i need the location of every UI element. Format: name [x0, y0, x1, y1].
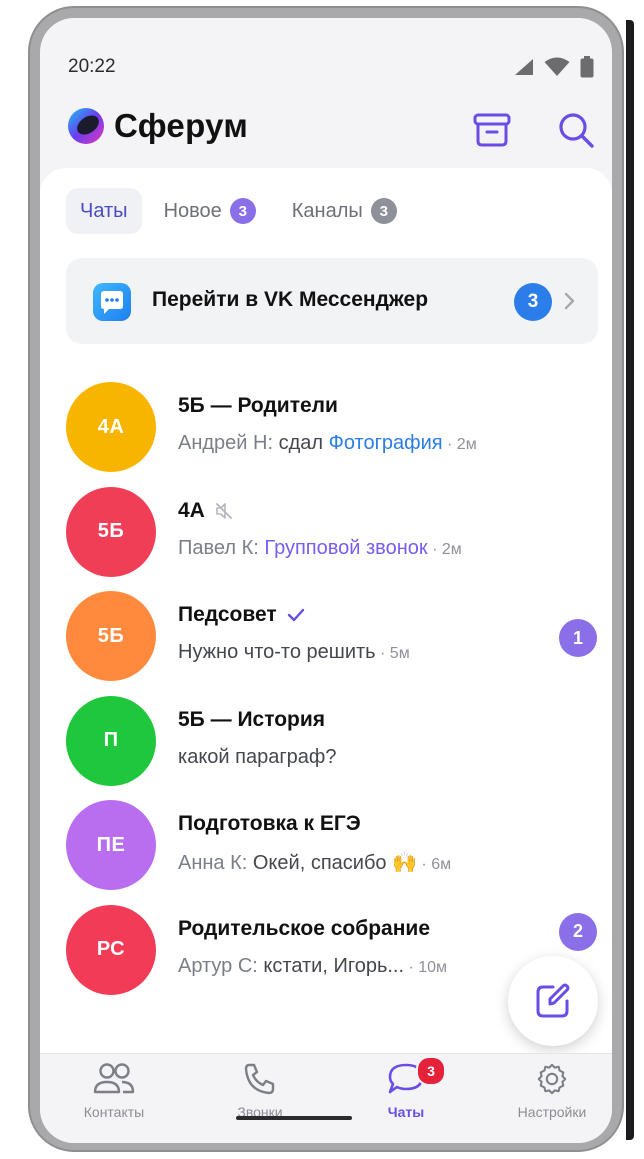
main-content: Чаты Новое 3 Каналы 3 Перейти в VK Мессе…	[40, 168, 612, 1058]
chat-preview: Павел К: Групповой звонок · 2м	[178, 537, 462, 560]
tab-new[interactable]: Новое 3	[150, 188, 270, 234]
chevron-right-icon	[564, 292, 575, 310]
bottom-nav: Контакты Звонки 3 Чаты Настройки	[40, 1053, 612, 1143]
system-icons	[514, 56, 594, 78]
chat-time: · 2м	[427, 540, 462, 558]
archive-icon	[473, 113, 511, 147]
chat-title: 5Б — Родители	[178, 394, 338, 418]
unread-badge: 1	[559, 619, 597, 657]
phone-screen: 20:22 Сферум Чаты Новое 3 Каналы 3 Перей…	[40, 18, 612, 1143]
verified-check-icon	[287, 608, 304, 622]
chat-sender: Анна К:	[178, 852, 253, 874]
chat-title: Педсовет	[178, 603, 305, 627]
phone-frame-edge	[626, 20, 634, 1140]
nav-chats-label: Чаты	[387, 1104, 425, 1120]
chat-title-text: Подготовка к ЕГЭ	[178, 812, 361, 835]
vk-messenger-banner[interactable]: Перейти в VK Мессенджер 3	[66, 258, 598, 344]
chat-item[interactable]: 4A 5Б — Родители Андрей Н: сдал Фотограф…	[40, 374, 612, 479]
sferum-logo-icon	[68, 108, 104, 144]
search-icon	[559, 113, 594, 148]
vk-banner-label: Перейти в VK Мессенджер	[152, 288, 429, 311]
vk-messenger-icon	[93, 283, 131, 321]
status-time: 20:22	[68, 56, 116, 77]
avatar: П	[66, 695, 156, 786]
chat-item[interactable]: П 5Б — История какой параграф?	[40, 688, 612, 793]
status-bar: 20:22	[40, 18, 612, 98]
chat-title-text: 5Б — Родители	[178, 394, 338, 417]
gear-icon	[537, 1063, 567, 1095]
chat-item[interactable]: 5Б 4А Павел К: Групповой звонок · 2м	[40, 479, 612, 584]
chat-call-link[interactable]: Групповой звонок	[264, 537, 427, 559]
cellular-signal-icon	[515, 59, 533, 75]
muted-icon	[215, 502, 232, 519]
archive-button[interactable]	[470, 108, 514, 152]
chat-title-text: 4А	[178, 498, 205, 522]
chat-title-text: Родительское собрание	[178, 916, 430, 940]
vk-banner-badge: 3	[514, 283, 552, 321]
nav-chats-badge: 3	[416, 1056, 446, 1086]
battery-icon	[580, 56, 594, 78]
avatar: 5Б	[66, 486, 156, 577]
app-title: Сферум	[114, 107, 249, 144]
nav-calls[interactable]: Звонки	[190, 1062, 330, 1120]
chat-title-text: Педсовет	[178, 603, 277, 626]
chat-preview: Нужно что-то решить · 5м	[178, 641, 410, 664]
chat-title: 5Б — История	[178, 708, 325, 732]
chat-title: Подготовка к ЕГЭ	[178, 812, 361, 836]
tab-chats-label: Чаты	[80, 199, 128, 222]
chat-preview: Анна К: Окей, спасибо 🙌 · 6м	[178, 850, 451, 875]
app-header: Сферум	[40, 102, 612, 172]
compose-icon	[536, 983, 570, 1018]
nav-contacts-label: Контакты	[83, 1104, 145, 1120]
chat-title-text: 5Б — История	[178, 707, 326, 731]
phone-icon	[244, 1063, 275, 1095]
chat-time: · 2м	[442, 436, 477, 453]
chat-list: 4A 5Б — Родители Андрей Н: сдал Фотограф…	[40, 374, 612, 1001]
search-button[interactable]	[554, 108, 598, 152]
tab-new-label: Новое	[163, 199, 222, 222]
avatar: 5Б	[66, 591, 156, 681]
compose-button[interactable]	[508, 956, 598, 1046]
wifi-icon	[544, 57, 570, 76]
chat-sender: Павел К:	[178, 536, 265, 559]
chat-attachment-link[interactable]: Фотография	[329, 432, 443, 454]
chat-message: сдал	[278, 432, 329, 454]
contacts-icon	[93, 1063, 135, 1094]
chat-time: · 5м	[375, 645, 410, 662]
chat-time: · 6м	[416, 856, 452, 873]
chat-preview: какой параграф?	[178, 746, 336, 769]
avatar: ПЕ	[66, 800, 156, 890]
chat-time: · 10м	[404, 958, 448, 976]
chat-message: Нужно что-то решить	[178, 641, 376, 663]
tab-channels-badge: 3	[370, 198, 397, 224]
home-indicator[interactable]	[236, 1116, 352, 1120]
nav-chats[interactable]: 3 Чаты	[336, 1056, 476, 1120]
tab-chats[interactable]: Чаты	[66, 188, 142, 234]
chat-message: какой параграф?	[178, 745, 337, 768]
tab-channels-label: Каналы	[291, 199, 363, 222]
unread-badge: 2	[559, 912, 597, 951]
chat-tabs: Чаты Новое 3 Каналы 3	[66, 188, 419, 234]
chat-message: кстати, Игорь...	[263, 954, 405, 977]
avatar: РС	[66, 904, 156, 995]
app-logo: Сферум	[66, 106, 248, 146]
chat-sender: Артур С:	[178, 954, 264, 977]
chat-preview: Андрей Н: сдал Фотография · 2м	[178, 432, 477, 455]
chat-title: Родительское собрание	[178, 917, 430, 941]
chat-item[interactable]: 5Б Педсовет Нужно что-то решить · 5м 1	[40, 583, 612, 688]
chat-sender: Андрей Н:	[178, 432, 279, 454]
tab-channels[interactable]: Каналы 3	[278, 188, 411, 234]
nav-settings-label: Настройки	[517, 1104, 587, 1120]
avatar: 4A	[66, 382, 156, 472]
chat-title: 4А	[178, 499, 233, 523]
chat-message: Окей, спасибо 🙌	[252, 852, 417, 874]
tab-new-badge: 3	[229, 198, 256, 224]
nav-contacts[interactable]: Контакты	[44, 1062, 184, 1120]
chat-item[interactable]: ПЕ Подготовка к ЕГЭ Анна К: Окей, спасиб…	[40, 792, 612, 897]
chat-preview: Артур С: кстати, Игорь... · 10м	[178, 955, 447, 978]
nav-settings[interactable]: Настройки	[482, 1062, 612, 1120]
